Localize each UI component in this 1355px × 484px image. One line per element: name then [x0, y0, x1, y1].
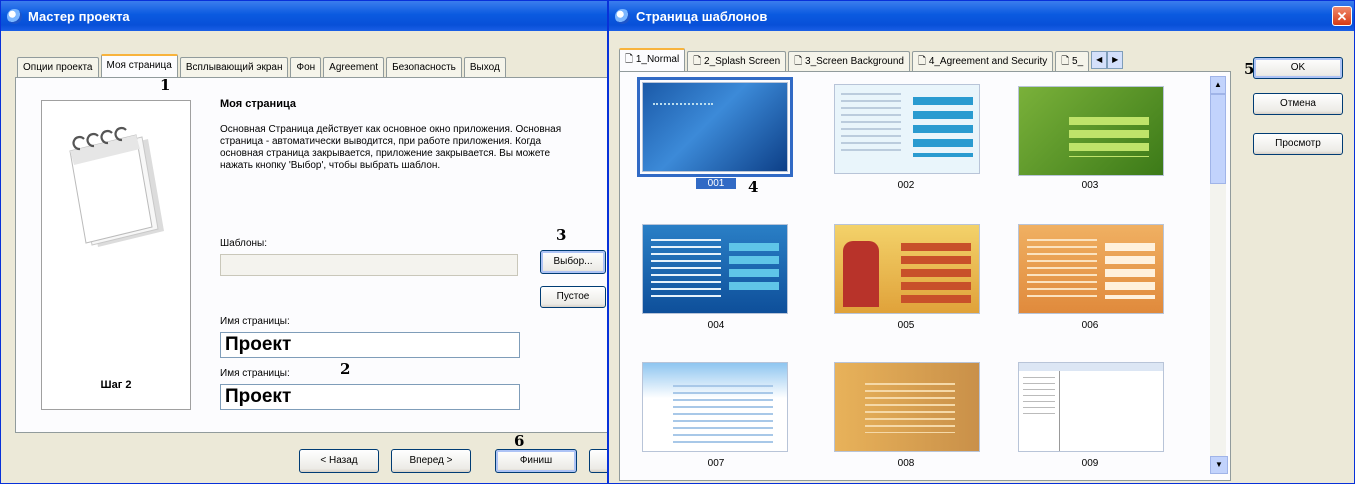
page-name-field-2[interactable]: Проект — [220, 384, 520, 410]
template-thumb-004[interactable] — [642, 224, 788, 314]
templates-grid-panel: ▲ ▼ 001 002 003 004 005 006 007 008 009 — [619, 71, 1231, 481]
templates-title: Страница шаблонов — [636, 8, 768, 24]
tab-scroll-left-icon[interactable]: ◀ — [1091, 51, 1108, 69]
templates-label: Шаблоны: — [220, 238, 268, 249]
marker-2: 2 — [340, 360, 351, 378]
step-image-panel: Шаг 2 — [41, 100, 191, 410]
marker-3: 3 — [556, 226, 567, 244]
cancel-button-partial[interactable] — [589, 449, 607, 473]
empty-button[interactable]: Пустое — [540, 286, 606, 308]
tab-agreement[interactable]: Agreement — [323, 57, 385, 78]
template-tabs: 🗋 1_Normal 🗋 2_Splash Screen 🗋 3_Screen … — [619, 48, 1124, 73]
tab-project-options[interactable]: Опции проекта — [17, 57, 99, 78]
template-thumb-001[interactable] — [637, 77, 793, 177]
tab-5-label: 5_ — [1072, 56, 1084, 67]
template-label-001[interactable]: 001 — [696, 178, 736, 189]
page-name-label-2: Имя страницы: — [220, 368, 290, 379]
template-thumb-003[interactable] — [1018, 86, 1164, 176]
tab-splash-screen[interactable]: Всплывающий экран — [179, 57, 289, 78]
tab-agreement-security[interactable]: 🗋 4_Agreement and Security — [911, 51, 1054, 72]
template-thumb-005[interactable] — [834, 224, 980, 314]
back-button[interactable]: < Назад — [299, 449, 379, 473]
templates-field — [220, 254, 518, 276]
page-icon: 🗋 — [625, 54, 634, 65]
preview-button[interactable]: Просмотр — [1253, 133, 1343, 155]
tab-scroll-right-icon[interactable]: ▶ — [1107, 51, 1124, 69]
ok-button[interactable]: OK — [1253, 57, 1343, 79]
template-thumb-008[interactable] — [834, 362, 980, 452]
marker-5: 5 — [1244, 60, 1255, 78]
page-name-label-1: Имя страницы: — [220, 316, 290, 327]
templates-titlebar[interactable]: Страница шаблонов ✕ — [609, 1, 1354, 31]
page-name-field-1[interactable]: Проект — [220, 332, 520, 358]
marker-1: 1 — [160, 76, 171, 94]
vertical-scrollbar[interactable]: ▲ ▼ — [1210, 76, 1228, 474]
tab-security[interactable]: Безопасность — [386, 57, 462, 78]
marker-6: 6 — [514, 432, 525, 450]
template-thumb-009[interactable] — [1018, 362, 1164, 452]
marker-4: 4 — [748, 178, 759, 196]
scroll-down-icon[interactable]: ▼ — [1210, 456, 1228, 474]
template-label-004[interactable]: 004 — [696, 320, 736, 331]
template-thumb-007[interactable] — [642, 362, 788, 452]
page-heading: Моя страница — [220, 98, 296, 110]
scroll-thumb[interactable] — [1210, 94, 1226, 184]
cancel-button[interactable]: Отмена — [1253, 93, 1343, 115]
templates-window: Страница шаблонов ✕ 🗋 1_Normal 🗋 2_Splas… — [608, 0, 1355, 484]
wizard-title: Мастер проекта — [28, 8, 130, 24]
app-icon — [615, 8, 630, 24]
template-label-003[interactable]: 003 — [1070, 180, 1110, 191]
tab-normal[interactable]: 🗋 1_Normal — [619, 48, 686, 73]
scroll-up-icon[interactable]: ▲ — [1210, 76, 1226, 94]
tab-splash-label: 2_Splash Screen — [704, 56, 781, 67]
app-icon — [7, 8, 22, 24]
step-label: Шаг 2 — [100, 379, 132, 391]
tab-agreement-label: 4_Agreement and Security — [928, 56, 1048, 67]
tab-screen-background[interactable]: 🗋 3_Screen Background — [788, 51, 910, 72]
notepad-icon — [69, 126, 164, 247]
tab-splash-screen[interactable]: 🗋 2_Splash Screen — [687, 51, 787, 72]
project-wizard-window: Мастер проекта Опции проекта Моя страниц… — [0, 0, 608, 484]
template-label-006[interactable]: 006 — [1070, 320, 1110, 331]
template-label-009[interactable]: 009 — [1070, 458, 1110, 469]
tab-5[interactable]: 🗋 5_ — [1055, 51, 1090, 72]
page-icon: 🗋 — [693, 56, 702, 67]
page-icon: 🗋 — [917, 56, 927, 67]
select-template-button[interactable]: Выбор... — [540, 250, 606, 274]
wizard-tabs: Опции проекта Моя страница Всплывающий э… — [17, 54, 508, 79]
template-thumb-006[interactable] — [1018, 224, 1164, 314]
wizard-titlebar[interactable]: Мастер проекта — [1, 1, 607, 31]
tab-screen-bg-label: 3_Screen Background — [805, 56, 904, 67]
template-label-008[interactable]: 008 — [886, 458, 926, 469]
tab-normal-label: 1_Normal — [635, 54, 680, 65]
template-label-002[interactable]: 002 — [886, 180, 926, 191]
template-thumb-002[interactable] — [834, 84, 980, 174]
template-label-005[interactable]: 005 — [886, 320, 926, 331]
template-label-007[interactable]: 007 — [696, 458, 736, 469]
next-button[interactable]: Вперед > — [391, 449, 471, 473]
close-button[interactable]: ✕ — [1332, 6, 1352, 26]
tab-background[interactable]: Фон — [290, 57, 322, 78]
page-description: Основная Страница действует как основное… — [220, 124, 562, 171]
page-icon: 🗋 — [794, 56, 803, 67]
wizard-page-panel: Шаг 2 Моя страница Основная Страница дей… — [15, 77, 607, 433]
page-icon: 🗋 — [1061, 56, 1070, 67]
finish-button[interactable]: Финиш — [495, 449, 577, 473]
tab-exit[interactable]: Выход — [463, 57, 506, 78]
